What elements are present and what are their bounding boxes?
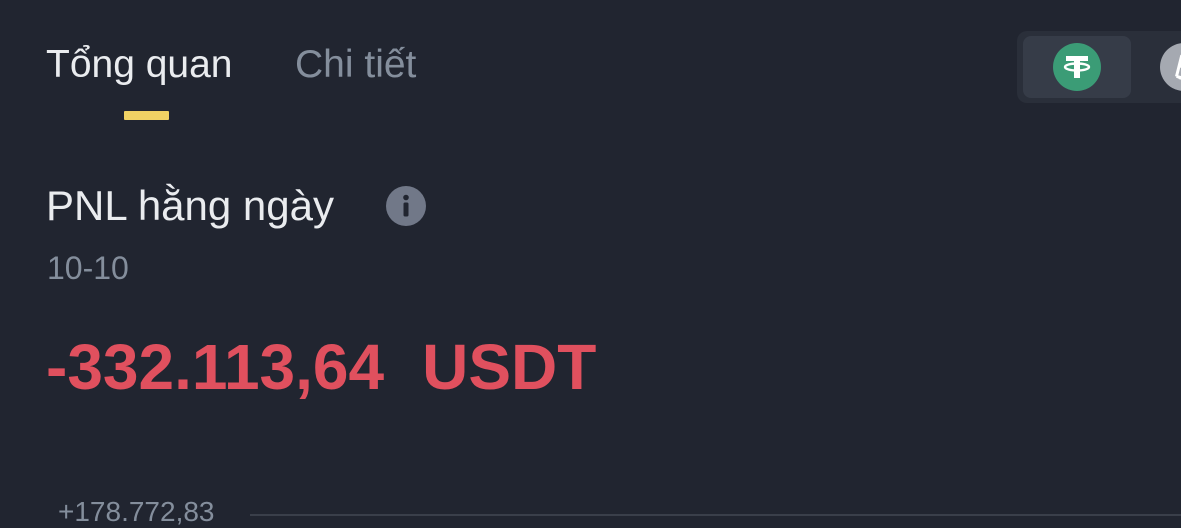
tab-overview[interactable]: Tổng quan (46, 40, 233, 90)
info-icon[interactable] (386, 186, 426, 226)
btc-icon (1160, 43, 1181, 91)
pnl-value: -332.113,64 (46, 331, 385, 403)
tab-details[interactable]: Chi tiết (295, 40, 416, 90)
asset-option-btc[interactable] (1135, 36, 1181, 98)
chart-y-axis-label: +178.772,83 (58, 496, 215, 527)
pnl-amount: -332.113,64 USDT (46, 330, 596, 404)
active-tab-indicator (124, 111, 169, 120)
usdt-icon (1053, 43, 1101, 91)
chart-gridline (250, 514, 1181, 516)
asset-option-usdt[interactable] (1023, 36, 1131, 98)
pnl-date: 10-10 (47, 250, 129, 286)
pnl-unit: USDT (422, 331, 597, 403)
pnl-title: PNL hằng ngày (46, 182, 334, 229)
asset-switcher (1017, 31, 1181, 103)
